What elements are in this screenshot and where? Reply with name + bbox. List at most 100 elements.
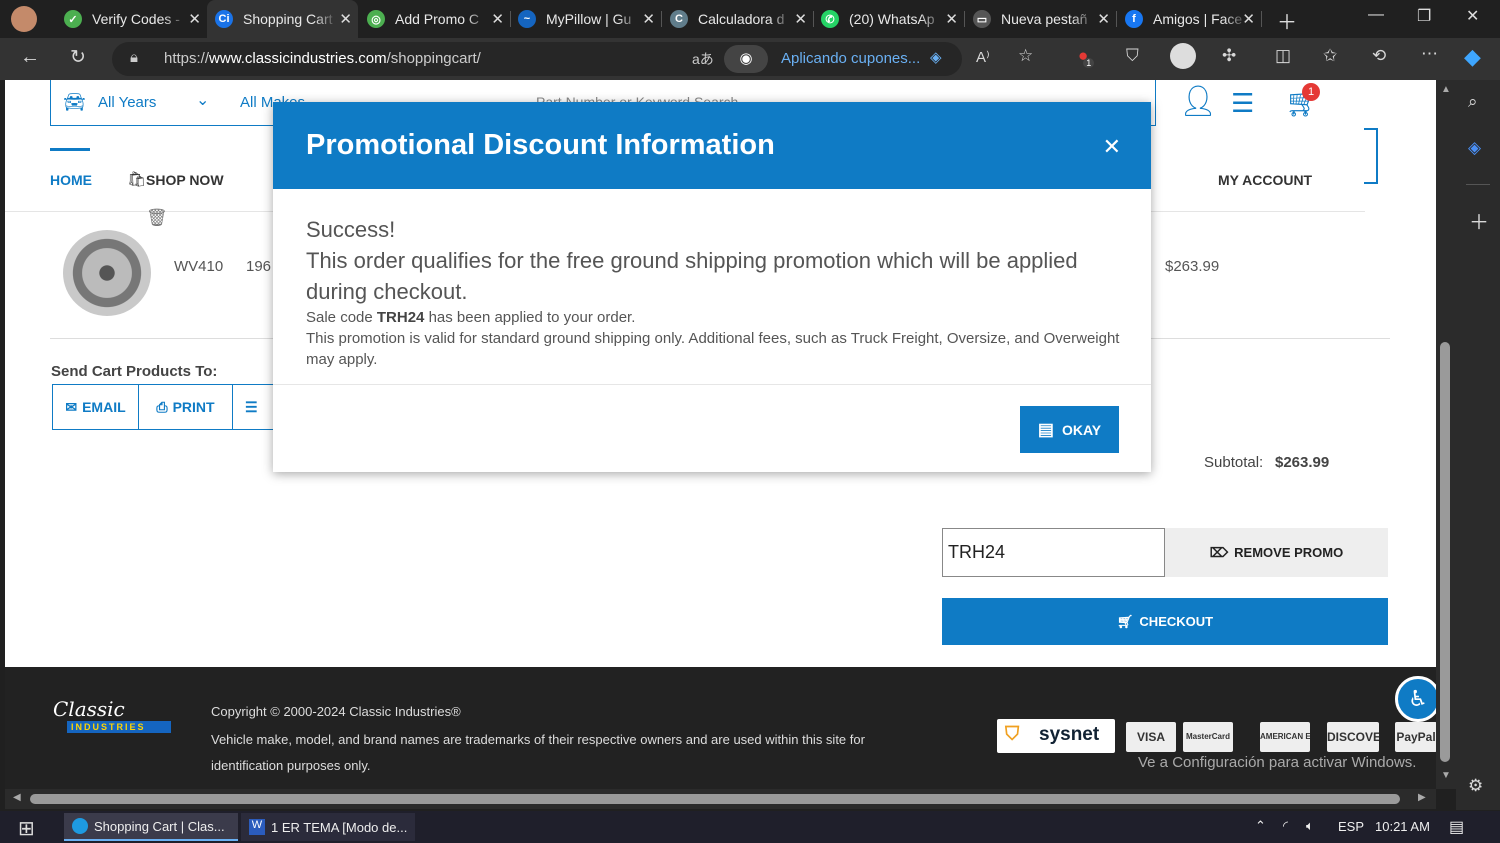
favorite-star-icon[interactable]: ☆: [1018, 46, 1033, 66]
payment-logo-1: VISA: [1126, 722, 1176, 752]
copilot-icon[interactable]: ◆: [1464, 44, 1481, 70]
tab-3[interactable]: ◎ Add Promo C ✕: [359, 0, 511, 38]
tab-separator: [1261, 11, 1262, 27]
tracking-prevention-icon[interactable]: ◉: [724, 45, 768, 73]
taskbar-word[interactable]: W 1 ER TEMA [Modo de...: [241, 813, 415, 841]
close-window-button[interactable]: ✕: [1466, 6, 1479, 26]
scroll-up-arrow[interactable]: ▲: [1441, 84, 1451, 95]
sale-code: TRH24: [376, 309, 425, 326]
tab-8[interactable]: f Amigos | Face ✕: [1117, 0, 1262, 38]
tab-favicon-icon: Ci: [215, 10, 233, 28]
more-menu-icon[interactable]: ⋯: [1421, 44, 1438, 64]
windows-taskbar: ⊞ Shopping Cart | Clas... W 1 ER TEMA [Mo…: [0, 811, 1500, 843]
item-price: $263.99: [1165, 258, 1220, 275]
remove-promo-button[interactable]: ⌦ REMOVE PROMO: [1165, 528, 1388, 577]
sale-code-line: Sale code TRH24 has been applied to your…: [306, 307, 1121, 328]
coupon-status[interactable]: Aplicando cupones...: [781, 50, 920, 67]
okay-button[interactable]: ▤ OKAY: [1020, 406, 1119, 453]
start-grid-icon[interactable]: ⊞: [18, 816, 35, 841]
minimize-button[interactable]: —: [1368, 6, 1384, 24]
tab-close-icon[interactable]: ✕: [491, 10, 504, 28]
success-message: This order qualifies for the free ground…: [306, 248, 1078, 304]
vertical-scrollbar[interactable]: ▲ ▼: [1436, 80, 1456, 789]
shield-icon[interactable]: ⛉: [1126, 46, 1139, 66]
promo-code-input[interactable]: TRH24: [942, 528, 1165, 577]
tab-5[interactable]: C Calculadora d ✕: [662, 0, 814, 38]
favorites-icon[interactable]: ✩: [1323, 46, 1337, 66]
tab-favicon-icon: ~: [518, 10, 536, 28]
url-text[interactable]: https://www.classicindustries.com/shoppi…: [164, 50, 481, 67]
tab-close-icon[interactable]: ✕: [794, 10, 807, 28]
chevron-up-icon[interactable]: ⌃: [1255, 818, 1266, 834]
extension-round-icon[interactable]: [1170, 43, 1196, 69]
trash-icon[interactable]: 🗑︎: [146, 208, 168, 228]
history-icon[interactable]: ⟲: [1372, 46, 1386, 66]
print-button[interactable]: ⎙ PRINT: [138, 384, 233, 430]
sidebar-divider: [1466, 184, 1490, 185]
payment-logo-2: MasterCard: [1183, 722, 1233, 752]
tab-2[interactable]: Ci Shopping Cart ✕: [207, 0, 358, 38]
close-icon[interactable]: ✕: [1103, 134, 1121, 160]
checkout-button[interactable]: 🛒︎ CHECKOUT: [942, 598, 1388, 645]
horizontal-scroll-thumb[interactable]: [30, 794, 1400, 804]
restore-button[interactable]: ❐: [1417, 6, 1431, 26]
shipping-note: This promotion is valid for standard gro…: [306, 330, 1120, 368]
scroll-left-arrow[interactable]: ◀: [13, 792, 21, 803]
scroll-down-arrow[interactable]: ▼: [1441, 770, 1451, 781]
address-bar[interactable]: 🔒︎ https://www.classicindustries.com/sho…: [112, 42, 962, 76]
tab-close-icon[interactable]: ✕: [1097, 10, 1110, 28]
translate-icon[interactable]: aあ: [692, 49, 714, 69]
promo-code-value: TRH24: [948, 542, 1006, 562]
tag-icon[interactable]: ◈: [930, 48, 942, 66]
taskbar-edge-label: Shopping Cart | Clas...: [94, 818, 225, 834]
scroll-right-arrow[interactable]: ▶: [1418, 792, 1426, 803]
tab-title: MyPillow | Gu: [546, 11, 632, 27]
notifications-icon[interactable]: ▤: [1449, 817, 1464, 837]
split-screen-icon[interactable]: ◫: [1275, 46, 1291, 66]
nav-my-account[interactable]: MY ACCOUNT: [1218, 172, 1312, 188]
year-select[interactable]: All Years: [98, 94, 156, 111]
extensions-puzzle-icon[interactable]: ✣: [1222, 46, 1236, 66]
nav-shop-now[interactable]: SHOP NOW: [146, 172, 224, 188]
tab-close-icon[interactable]: ✕: [188, 10, 201, 28]
tab-6[interactable]: ✆ (20) WhatsAp ✕: [813, 0, 965, 38]
subtotal-value: $263.99: [1275, 454, 1330, 471]
tab-4[interactable]: ~ MyPillow | Gu ✕: [510, 0, 662, 38]
email-button[interactable]: ✉ EMAIL: [52, 384, 139, 430]
new-tab-button[interactable]: ＋: [1277, 6, 1297, 35]
extension-icon[interactable]: ●1: [1078, 46, 1099, 68]
taskbar-edge[interactable]: Shopping Cart | Clas...: [64, 813, 238, 841]
refresh-icon[interactable]: ↻: [70, 46, 86, 69]
add-icon[interactable]: ＋: [1469, 206, 1489, 235]
volume-icon[interactable]: 🔈︎: [1306, 818, 1314, 834]
tab-close-icon[interactable]: ✕: [945, 10, 958, 28]
wifi-icon[interactable]: ◜: [1283, 818, 1288, 834]
extension-badge: 1: [1083, 58, 1095, 68]
list-icon: ☰: [245, 398, 258, 415]
vertical-scroll-thumb[interactable]: [1440, 342, 1450, 762]
tab-close-icon[interactable]: ✕: [642, 10, 655, 28]
tab-title: Add Promo C: [395, 11, 480, 27]
nav-home-underline: [50, 148, 90, 151]
tab-close-icon[interactable]: ✕: [339, 10, 352, 28]
search-icon[interactable]: ⌕: [1468, 92, 1478, 112]
back-icon[interactable]: ←: [20, 46, 40, 69]
taskbar-word-label: 1 ER TEMA [Modo de...: [271, 819, 408, 835]
nav-home[interactable]: HOME: [50, 172, 92, 188]
site-info-icon[interactable]: 🔒︎: [130, 49, 138, 66]
tab-1[interactable]: ✓ Verify Codes - ✕: [56, 0, 208, 38]
checklist-icon[interactable]: ☰: [1231, 88, 1254, 119]
tab-7[interactable]: ▭ Nueva pestañ ✕: [965, 0, 1117, 38]
read-aloud-icon[interactable]: A⁾: [976, 48, 990, 66]
edge-sidebar: ⌕ ◈ ＋ ⚙: [1456, 80, 1500, 810]
shopping-tag-icon[interactable]: ◈: [1468, 138, 1481, 158]
item-description: 196: [246, 258, 272, 275]
clock[interactable]: 10:21 AM: [1375, 819, 1430, 834]
language-indicator[interactable]: ESP: [1338, 819, 1364, 834]
accessibility-icon[interactable]: ♿︎: [1395, 676, 1441, 722]
settings-icon[interactable]: ⚙: [1468, 776, 1483, 796]
tab-close-icon[interactable]: ✕: [1242, 10, 1255, 28]
horizontal-scrollbar[interactable]: ◀ ▶: [5, 789, 1436, 809]
account-icon[interactable]: 👤︎: [1179, 84, 1217, 119]
profile-avatar[interactable]: [11, 6, 37, 32]
